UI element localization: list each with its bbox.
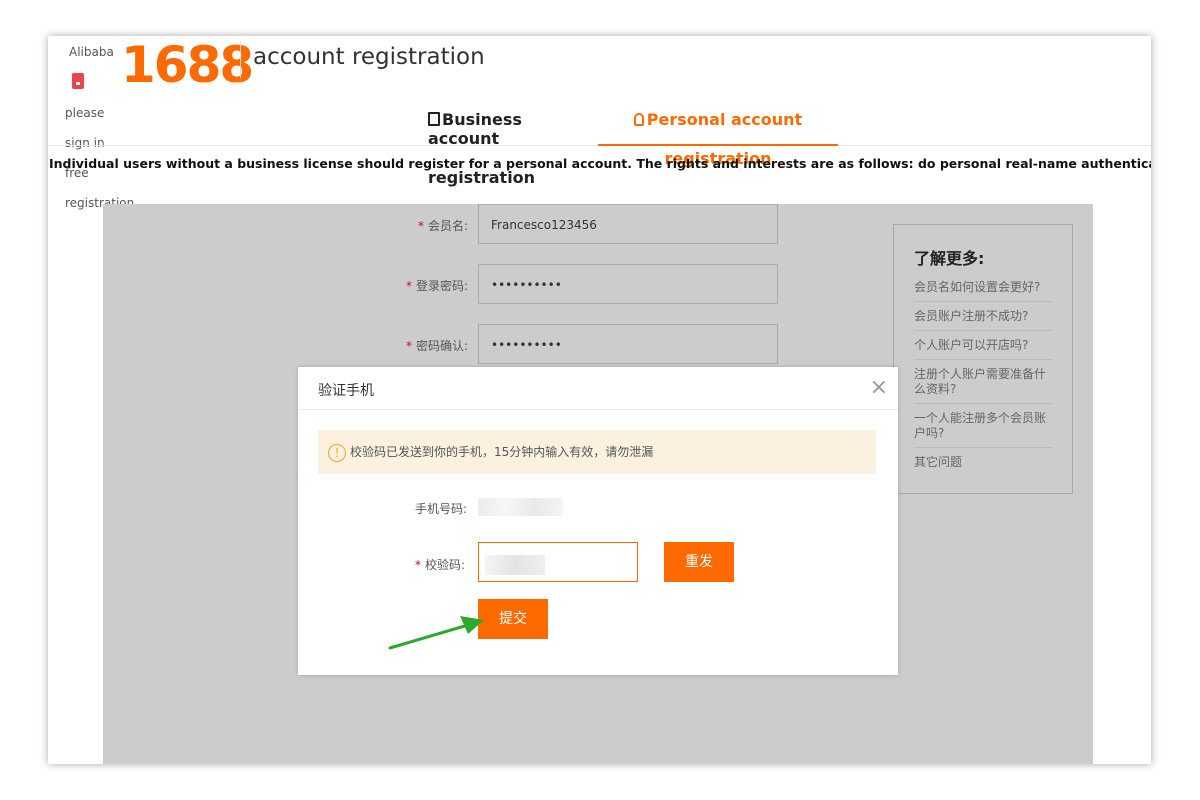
logo-1688[interactable]: 1688	[121, 36, 254, 94]
tab-business-account[interactable]: Business account registration	[428, 110, 598, 187]
notice-text: 校验码已发送到你的手机，15分钟内输入有效，请勿泄漏	[350, 445, 654, 459]
required-mark: *	[417, 219, 424, 233]
tab-personal-label-1: Personal account	[646, 110, 803, 129]
phone-number-blurred	[478, 498, 563, 516]
alibaba-label: Alibaba	[69, 45, 114, 59]
code-blurred	[485, 555, 545, 575]
resend-button[interactable]: 重发	[664, 542, 734, 582]
annotation-arrow	[388, 616, 484, 650]
help-link[interactable]: 会员账户注册不成功?	[914, 302, 1052, 331]
help-link[interactable]: 其它问题	[914, 448, 1052, 476]
logo-divider	[240, 42, 241, 78]
required-mark: *	[415, 558, 421, 572]
help-link[interactable]: 注册个人账户需要准备什么资料?	[914, 360, 1052, 404]
password-label-text: 登录密码:	[415, 279, 468, 293]
code-label: * 校验码:	[415, 556, 465, 573]
confirm-label: * 密码确认:	[348, 337, 468, 354]
member-name-input[interactable]: Francesco123456	[478, 204, 778, 244]
info-icon: !	[328, 443, 346, 462]
close-icon[interactable]: ×	[870, 375, 888, 400]
page-title: account registration	[253, 44, 485, 70]
alibaba-app-icon	[72, 73, 84, 89]
help-title: 了解更多:	[914, 249, 985, 268]
tab-personal-account[interactable]: Personal account registration	[598, 110, 838, 168]
user-icon	[633, 113, 644, 126]
password-input[interactable]: ••••••••••	[478, 264, 778, 304]
dialog-title: 验证手机	[298, 367, 898, 410]
help-panel: 了解更多: 会员名如何设置会更好? 会员账户注册不成功? 个人账户可以开店吗? …	[893, 224, 1073, 494]
member-label: * 会员名:	[348, 217, 468, 234]
code-label-text: 校验码:	[425, 558, 466, 572]
phone-label: 手机号码:	[415, 502, 468, 516]
intro-text: Individual users without a business lice…	[49, 156, 1151, 171]
help-link[interactable]: 一个人能注册多个会员账户吗?	[914, 404, 1052, 448]
required-mark: *	[405, 279, 412, 293]
verification-code-input[interactable]	[478, 542, 638, 582]
confirm-password-input[interactable]: ••••••••••	[478, 324, 778, 364]
building-icon	[428, 112, 440, 126]
required-mark: *	[405, 339, 412, 353]
tab-business-label-1: Business account	[428, 110, 522, 148]
password-label: * 登录密码:	[348, 277, 468, 294]
member-label-text: 会员名:	[427, 219, 468, 233]
arrow-line	[388, 623, 470, 650]
confirm-label-text: 密码确认:	[415, 339, 468, 353]
registration-page: Alibaba please sign in free registration…	[48, 36, 1151, 764]
help-link[interactable]: 会员名如何设置会更好?	[914, 273, 1052, 302]
notice-banner: ! 校验码已发送到你的手机，15分钟内输入有效，请勿泄漏	[318, 430, 876, 474]
account-tabs: Business account registration Personal a…	[48, 106, 1151, 187]
help-link[interactable]: 个人账户可以开店吗?	[914, 331, 1052, 360]
